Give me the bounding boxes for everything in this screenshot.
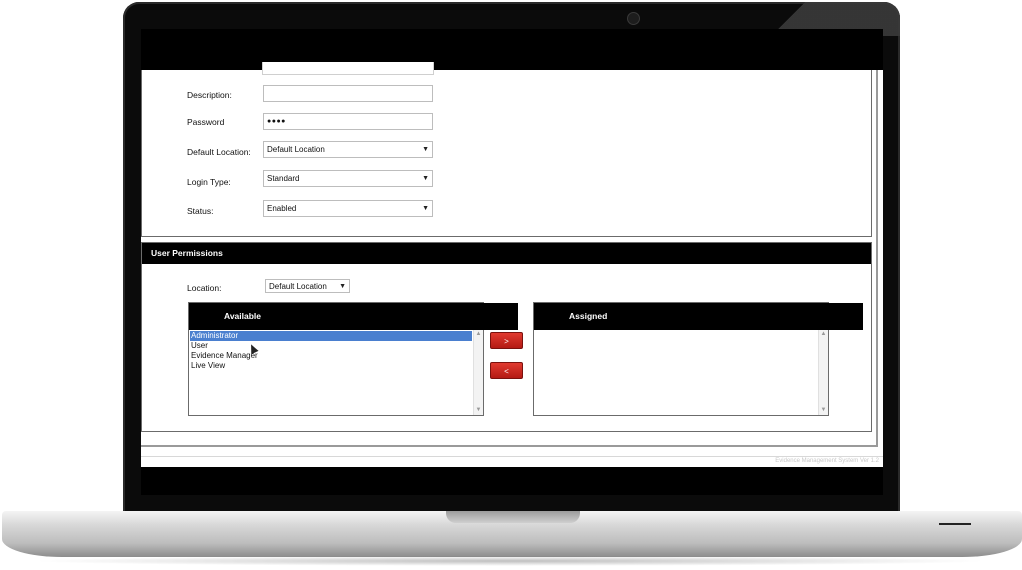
status-label: Status: bbox=[187, 206, 214, 216]
login-type-value: Standard bbox=[267, 174, 300, 183]
laptop-base bbox=[2, 511, 1022, 557]
version-text: Evidence Management System Ver 1.2 bbox=[775, 458, 879, 464]
assigned-header: Assigned bbox=[534, 303, 863, 330]
chevron-down-icon: ▼ bbox=[422, 175, 429, 182]
description-label: Description: bbox=[187, 90, 232, 100]
app-top-bar bbox=[141, 29, 883, 70]
status-value: Enabled bbox=[267, 204, 297, 213]
default-location-value: Default Location bbox=[267, 145, 325, 154]
scroll-up-arrow-icon[interactable]: ▲ bbox=[474, 330, 483, 339]
lid-opening-notch bbox=[446, 511, 580, 523]
scroll-down-arrow-icon[interactable]: ▼ bbox=[474, 406, 483, 415]
list-item-live-view[interactable]: Live View bbox=[190, 361, 225, 371]
clipped-field[interactable] bbox=[262, 62, 434, 75]
assigned-roles-list[interactable]: ▲ ▼ bbox=[534, 330, 828, 415]
add-role-button[interactable]: > bbox=[490, 332, 523, 349]
scroll-down-arrow-icon[interactable]: ▼ bbox=[819, 406, 828, 415]
login-type-label: Login Type: bbox=[187, 177, 231, 187]
user-permissions-section: User Permissions Location: Default Locat… bbox=[141, 242, 872, 432]
available-roles-panel: Available Administrator User Evidence Ma… bbox=[188, 302, 518, 416]
location-label: Location: bbox=[187, 283, 222, 293]
webcam-icon bbox=[627, 12, 640, 25]
list-item-administrator[interactable]: Administrator bbox=[190, 331, 472, 341]
laptop-shadow bbox=[30, 556, 990, 566]
available-header: Available bbox=[189, 303, 518, 330]
status-select[interactable]: Enabled ▼ bbox=[263, 200, 433, 217]
scroll-up-arrow-icon[interactable]: ▲ bbox=[819, 330, 828, 339]
available-roles-list[interactable]: Administrator User Evidence Manager Live… bbox=[189, 330, 483, 415]
default-location-select[interactable]: Default Location ▼ bbox=[263, 141, 433, 158]
location-select[interactable]: Default Location ▼ bbox=[265, 279, 350, 293]
password-field[interactable]: ●●●● bbox=[263, 113, 433, 130]
login-type-select[interactable]: Standard ▼ bbox=[263, 170, 433, 187]
list-item-evidence-manager[interactable]: Evidence Manager bbox=[190, 351, 258, 361]
app-bottom-bar bbox=[141, 467, 883, 495]
user-details-section: Description: Password ●●●● Default Locat… bbox=[141, 62, 872, 237]
chevron-down-icon: ▼ bbox=[339, 283, 346, 290]
password-label: Password bbox=[187, 117, 225, 127]
screen: Description: Password ●●●● Default Locat… bbox=[141, 29, 883, 495]
chevron-down-icon: ▼ bbox=[422, 146, 429, 153]
list-item-user[interactable]: User bbox=[190, 341, 208, 351]
base-slot bbox=[939, 523, 971, 525]
default-location-label: Default Location: bbox=[187, 147, 251, 157]
content-frame: Description: Password ●●●● Default Locat… bbox=[141, 62, 878, 447]
available-scrollbar[interactable]: ▲ ▼ bbox=[473, 330, 483, 415]
description-field[interactable] bbox=[263, 85, 433, 102]
assigned-scrollbar[interactable]: ▲ ▼ bbox=[818, 330, 828, 415]
remove-role-button[interactable]: < bbox=[490, 362, 523, 379]
user-permissions-header: User Permissions bbox=[142, 243, 871, 264]
location-value: Default Location bbox=[269, 282, 327, 291]
chevron-down-icon: ▼ bbox=[422, 205, 429, 212]
assigned-roles-panel: Assigned ▲ ▼ bbox=[533, 302, 863, 416]
